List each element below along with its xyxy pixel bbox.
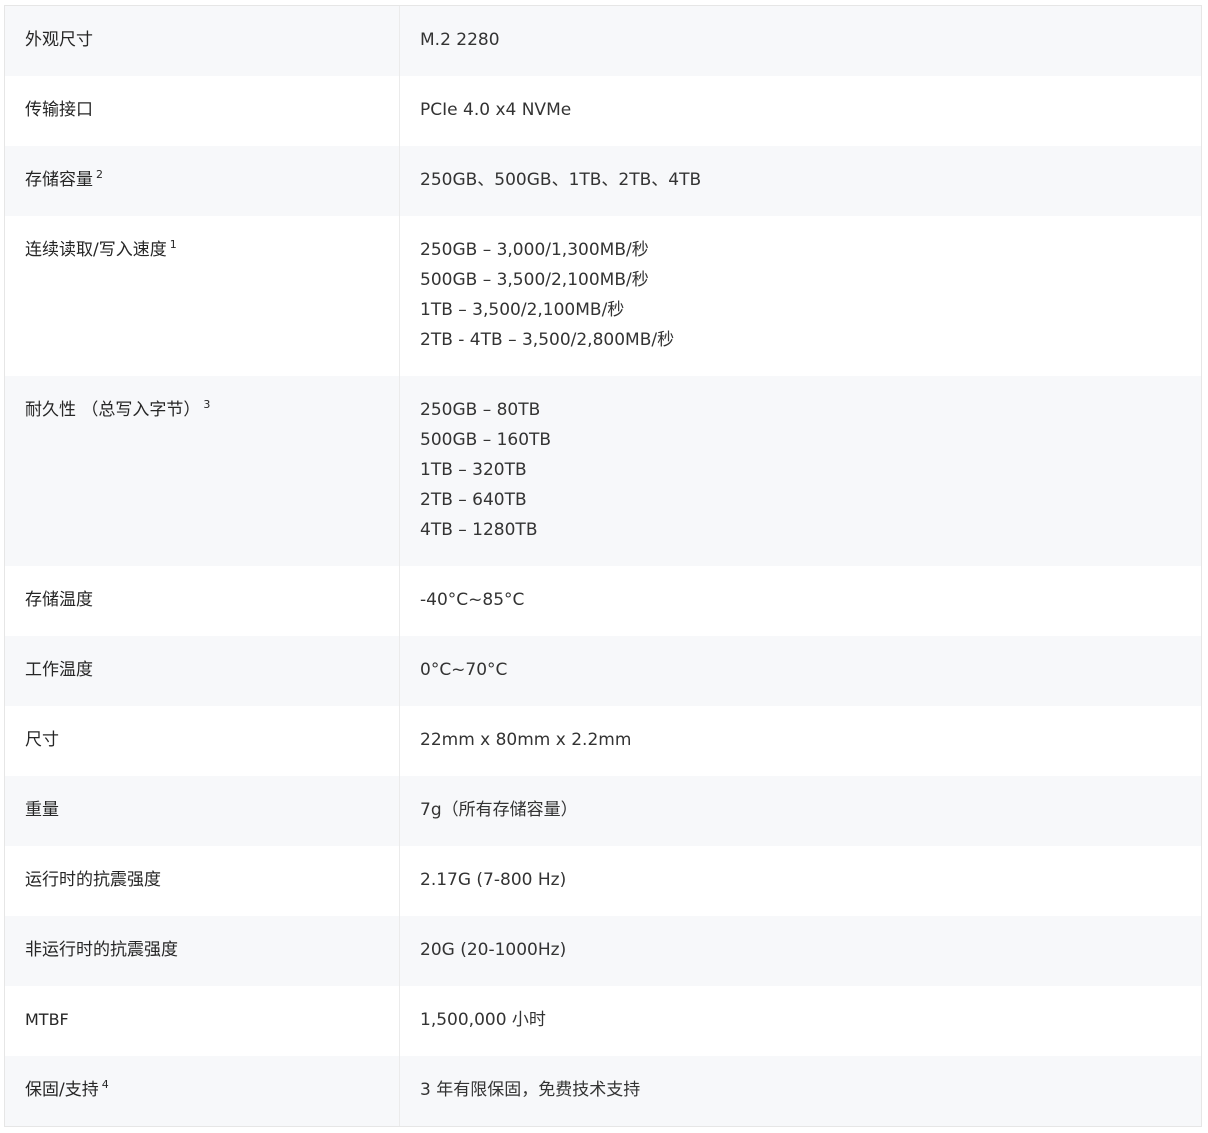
spec-value-line: 1TB – 3,500/2,100MB/秒 xyxy=(420,300,625,320)
spec-value-line: -40°C~85°C xyxy=(420,590,525,610)
spec-value-line: 20G (20-1000Hz) xyxy=(420,940,567,960)
footnote-marker: 2 xyxy=(96,168,103,182)
spec-label: 外观尺寸 xyxy=(5,6,400,76)
spec-row: 尺寸 22mm x 80mm x 2.2mm xyxy=(5,706,1201,776)
spec-row: 外观尺寸 M.2 2280 xyxy=(5,6,1201,76)
spec-value-line: 500GB – 160TB xyxy=(420,430,552,450)
spec-value-line: 2TB – 640TB xyxy=(420,490,527,510)
spec-value-line: PCIe 4.0 x4 NVMe xyxy=(420,100,572,120)
spec-label: 耐久性 （总写入字节） 3 xyxy=(5,376,400,566)
spec-row: 耐久性 （总写入字节） 3 250GB – 80TB 500GB – 160TB … xyxy=(5,376,1201,566)
spec-label: 存储容量 2 xyxy=(5,146,400,216)
spec-row: 非运行时的抗震强度 20G (20-1000Hz) xyxy=(5,916,1201,986)
spec-value: 250GB – 3,000/1,300MB/秒 500GB – 3,500/2,… xyxy=(400,211,1201,376)
spec-label-text: 重量 xyxy=(25,800,59,820)
spec-label-text: 存储温度 xyxy=(25,590,93,610)
spec-label: 工作温度 xyxy=(5,636,400,706)
spec-row: 传输接口 PCIe 4.0 x4 NVMe xyxy=(5,76,1201,146)
spec-label-text: 工作温度 xyxy=(25,660,93,680)
spec-value: 250GB、500GB、1TB、2TB、4TB xyxy=(400,141,1201,216)
spec-value-line: 1TB – 320TB xyxy=(420,460,527,480)
spec-label-text: 外观尺寸 xyxy=(25,30,93,50)
spec-value: 22mm x 80mm x 2.2mm xyxy=(400,701,1201,776)
spec-label-text: 非运行时的抗震强度 xyxy=(25,940,178,960)
spec-value: 2.17G (7-800 Hz) xyxy=(400,841,1201,916)
spec-value: -40°C~85°C xyxy=(400,561,1201,636)
spec-label: MTBF xyxy=(5,986,400,1056)
spec-label-text: 保固/支持 xyxy=(25,1080,99,1100)
spec-label: 传输接口 xyxy=(5,76,400,146)
spec-row: 存储温度 -40°C~85°C xyxy=(5,566,1201,636)
spec-label: 尺寸 xyxy=(5,706,400,776)
spec-value-line: 250GB – 80TB xyxy=(420,400,541,420)
spec-value: 20G (20-1000Hz) xyxy=(400,911,1201,986)
spec-value-line: 22mm x 80mm x 2.2mm xyxy=(420,730,632,750)
spec-row: 存储容量 2 250GB、500GB、1TB、2TB、4TB xyxy=(5,146,1201,216)
spec-label-text: 运行时的抗震强度 xyxy=(25,870,161,890)
spec-value: 3 年有限保固，免费技术支持 xyxy=(400,1051,1201,1126)
spec-value-line: 500GB – 3,500/2,100MB/秒 xyxy=(420,270,649,290)
spec-value-line: 4TB – 1280TB xyxy=(420,520,538,540)
spec-row: 工作温度 0°C~70°C xyxy=(5,636,1201,706)
spec-row: MTBF 1,500,000 小时 xyxy=(5,986,1201,1056)
spec-value-line: 3 年有限保固，免费技术支持 xyxy=(420,1080,641,1100)
footnote-marker: 4 xyxy=(101,1078,109,1092)
spec-row: 运行时的抗震强度 2.17G (7-800 Hz) xyxy=(5,846,1201,916)
spec-label: 运行时的抗震强度 xyxy=(5,846,400,916)
spec-label: 重量 xyxy=(5,776,400,846)
spec-label: 非运行时的抗震强度 xyxy=(5,916,400,986)
spec-value: 250GB – 80TB 500GB – 160TB 1TB – 320TB 2… xyxy=(400,371,1201,566)
spec-value: M.2 2280 xyxy=(400,1,1201,76)
spec-label-text: 尺寸 xyxy=(25,730,59,750)
spec-label: 存储温度 xyxy=(5,566,400,636)
spec-value-line: 1,500,000 小时 xyxy=(420,1010,546,1030)
spec-label-text: MTBF xyxy=(25,1010,69,1029)
spec-value-line: 7g（所有存储容量） xyxy=(420,800,578,820)
spec-label-text: 耐久性 （总写入字节） xyxy=(25,400,201,420)
spec-row: 重量 7g（所有存储容量） xyxy=(5,776,1201,846)
spec-value: PCIe 4.0 x4 NVMe xyxy=(400,71,1201,146)
spec-value-line: 250GB – 3,000/1,300MB/秒 xyxy=(420,240,649,260)
spec-label: 保固/支持 4 xyxy=(5,1056,400,1126)
spec-label-text: 存储容量 xyxy=(25,170,93,190)
spec-row: 连续读取/写入速度 1 250GB – 3,000/1,300MB/秒 500GB… xyxy=(5,216,1201,376)
spec-row: 保固/支持 4 3 年有限保固，免费技术支持 xyxy=(5,1056,1201,1126)
spec-table: 外观尺寸 M.2 2280 传输接口 PCIe 4.0 x4 NVMe 存储容量… xyxy=(4,5,1202,1127)
spec-value: 0°C~70°C xyxy=(400,631,1201,706)
spec-label: 连续读取/写入速度 1 xyxy=(5,216,400,376)
spec-label-text: 传输接口 xyxy=(25,100,93,120)
spec-label-text: 连续读取/写入速度 xyxy=(25,240,167,260)
spec-value: 1,500,000 小时 xyxy=(400,981,1201,1056)
spec-value-line: 250GB、500GB、1TB、2TB、4TB xyxy=(420,170,702,190)
footnote-marker: 3 xyxy=(203,398,211,412)
spec-value-line: 2.17G (7-800 Hz) xyxy=(420,870,567,890)
spec-value: 7g（所有存储容量） xyxy=(400,771,1201,846)
spec-value-line: 2TB - 4TB – 3,500/2,800MB/秒 xyxy=(420,330,675,350)
spec-value-line: M.2 2280 xyxy=(420,30,500,50)
spec-value-line: 0°C~70°C xyxy=(420,660,508,680)
footnote-marker: 1 xyxy=(169,238,177,252)
